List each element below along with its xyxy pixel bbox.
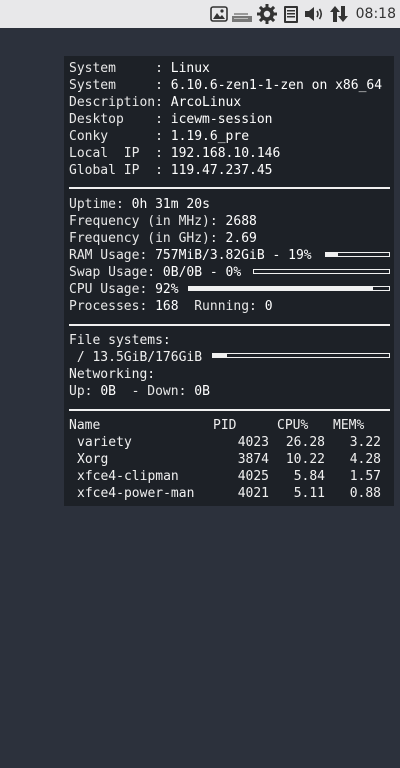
processes-row: Processes: 168 Running: 0 <box>69 298 273 315</box>
freq-ghz-row: Frequency (in GHz): 2.69 <box>69 230 257 247</box>
divider <box>69 187 390 189</box>
ram-value: 757MiB/3.82GiB - 19% <box>155 248 312 263</box>
desktop: 08:18 System : Linux System : 6.10.6-zen… <box>0 0 400 768</box>
cpu-usage-bar <box>188 286 390 291</box>
running-value: 0 <box>264 299 273 314</box>
net-down-value: 0B <box>194 384 210 399</box>
process-pid: 4021 <box>237 486 269 501</box>
info-value: 192.168.10.146 <box>170 146 281 161</box>
process-name: variety <box>77 435 132 450</box>
uptime-label: Uptime: <box>69 197 132 212</box>
info-label: Desktop : <box>69 112 171 127</box>
col-header-pid: PID <box>213 418 237 433</box>
conky-widget: System : Linux System : 6.10.6-zen1-1-ze… <box>64 56 394 506</box>
cpu-row: CPU Usage: 92% <box>69 281 179 298</box>
freq-mhz-value: 2688 <box>225 214 257 229</box>
process-cpu: 5.11 <box>293 486 325 501</box>
process-name: xfce4-clipman <box>77 469 179 484</box>
info-label: Conky : <box>69 129 171 144</box>
running-label: Running: <box>194 299 265 314</box>
process-mem: 4.28 <box>349 452 381 467</box>
info-value: icewm-session <box>170 112 273 127</box>
image-viewer-icon[interactable] <box>210 4 228 24</box>
process-mem: 3.22 <box>349 435 381 450</box>
panel-clock[interactable]: 08:18 <box>356 5 396 23</box>
ram-usage-bar-fill <box>326 253 338 256</box>
process-cpu: 5.84 <box>293 469 325 484</box>
processes-label: Processes: <box>69 299 156 314</box>
cpu-value: 92% <box>155 282 179 297</box>
clipboard-icon[interactable] <box>282 4 300 24</box>
fs-title: File systems: <box>69 333 171 348</box>
ram-label: RAM Usage: <box>69 248 156 263</box>
info-value: ArcoLinux <box>170 95 242 110</box>
process-cpu: 10.22 <box>285 452 325 467</box>
cpu-usage-bar-fill <box>189 287 373 290</box>
top-panel: 08:18 <box>0 0 400 28</box>
info-label: System : <box>69 61 171 76</box>
process-name: Xorg <box>77 452 109 467</box>
net-row: Up: 0B - Down: 0B <box>69 383 210 400</box>
info-row-conky: Conky : 1.19.6_pre <box>69 128 249 145</box>
col-header-cpu: CPU% <box>277 418 309 433</box>
process-pid: 3874 <box>237 452 269 467</box>
net-title: Networking: <box>69 367 156 382</box>
freq-ghz-value: 2.69 <box>225 231 257 246</box>
info-label: Description: <box>69 95 171 110</box>
ram-row: RAM Usage: 757MiB/3.82GiB - 19% <box>69 247 312 264</box>
col-header-name: Name <box>69 418 101 433</box>
swap-label: Swap Usage: <box>69 265 163 280</box>
net-down-label: - Down: <box>115 384 195 399</box>
drive-icon[interactable] <box>231 4 253 24</box>
info-label: System : <box>69 78 171 93</box>
divider <box>69 409 390 411</box>
uptime-value: 0h 31m 20s <box>131 197 210 212</box>
info-value: Linux <box>170 61 210 76</box>
fs-root-row: / 13.5GiB/176GiB <box>69 350 203 365</box>
swap-row: Swap Usage: 0B/0B - 0% <box>69 264 241 281</box>
swap-usage-bar <box>253 269 390 274</box>
process-cpu: 26.28 <box>285 435 325 450</box>
info-row-kernel: System : 6.10.6-zen1-1-zen on x86_64 <box>69 77 382 94</box>
info-row-local-ip: Local IP : 192.168.10.146 <box>69 145 280 162</box>
info-row-desktop: Desktop : icewm-session <box>69 111 273 128</box>
freq-ghz-label: Frequency (in GHz): <box>69 231 226 246</box>
info-label: Local IP : <box>69 146 171 161</box>
ram-usage-bar <box>325 252 390 257</box>
info-row-description: Description: ArcoLinux <box>69 94 241 111</box>
fs-root-usage-bar-fill <box>213 354 227 357</box>
freq-mhz-row: Frequency (in MHz): 2688 <box>69 213 257 230</box>
processes-value: 168 <box>155 299 179 314</box>
network-transfer-icon[interactable] <box>329 4 349 24</box>
process-name: xfce4-power-man <box>77 486 195 501</box>
info-value: 1.19.6_pre <box>170 129 250 144</box>
info-row-global-ip: Global IP : 119.47.237.45 <box>69 162 273 179</box>
cpu-label: CPU Usage: <box>69 282 156 297</box>
process-mem: 1.57 <box>349 469 381 484</box>
info-value: 6.10.6-zen1-1-zen on x86_64 <box>170 78 383 93</box>
settings-icon[interactable] <box>256 4 278 24</box>
info-value: 119.47.237.45 <box>170 163 273 178</box>
col-header-mem: MEM% <box>333 418 365 433</box>
fs-root-usage-bar <box>212 353 390 358</box>
process-mem: 0.88 <box>349 486 381 501</box>
swap-value: 0B/0B - 0% <box>162 265 242 280</box>
info-label: Global IP : <box>69 163 171 178</box>
volume-icon[interactable] <box>303 4 325 24</box>
process-pid: 4025 <box>237 469 269 484</box>
process-pid: 4023 <box>237 435 269 450</box>
uptime-row: Uptime: 0h 31m 20s <box>69 196 210 213</box>
net-up-value: 0B <box>100 384 116 399</box>
freq-mhz-label: Frequency (in MHz): <box>69 214 226 229</box>
info-row-system: System : Linux <box>69 60 210 77</box>
divider <box>69 324 390 326</box>
net-up-label: Up: <box>69 384 101 399</box>
